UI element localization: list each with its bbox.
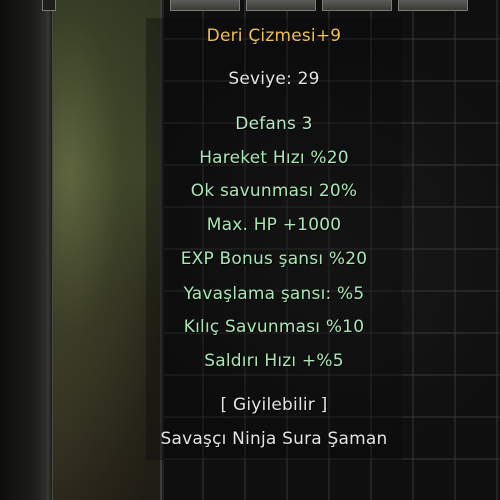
inventory-tab-4[interactable] (398, 0, 468, 11)
inventory-tab-3[interactable] (322, 0, 392, 11)
item-bonus-3: Max. HP +1000 (206, 215, 342, 235)
item-bonus-5: Yavaşlama şansı: %5 (183, 284, 365, 304)
item-bonus-1: Hareket Hızı %20 (199, 148, 349, 168)
inventory-tab-1[interactable] (170, 0, 240, 11)
window-frame-corner (42, 0, 56, 11)
item-tooltip: Deri Çizmesi+9 Seviye: 29 Defans 3 Harek… (146, 18, 402, 460)
item-bonus-6: Kılıç Savunması %10 (183, 317, 365, 337)
left-window-frame (0, 0, 53, 500)
item-wearable-classes: Savaşçı Ninja Sura Şaman (160, 429, 388, 449)
item-bonus-7: Saldırı Hızı +%5 (204, 351, 344, 371)
item-level: Seviye: 29 (228, 69, 320, 89)
inventory-tab-2[interactable] (246, 0, 316, 11)
item-name: Deri Çizmesi+9 (206, 26, 342, 46)
item-bonus-2: Ok savunması 20% (190, 181, 358, 201)
item-defense: Defans 3 (235, 114, 313, 134)
item-wearable-status: [ Giyilebilir ] (220, 395, 328, 415)
item-bonus-4: EXP Bonus şansı %20 (180, 249, 368, 269)
game-screen: Deri Çizmesi+9 Seviye: 29 Defans 3 Harek… (0, 0, 500, 500)
inventory-tabs (170, 0, 500, 12)
